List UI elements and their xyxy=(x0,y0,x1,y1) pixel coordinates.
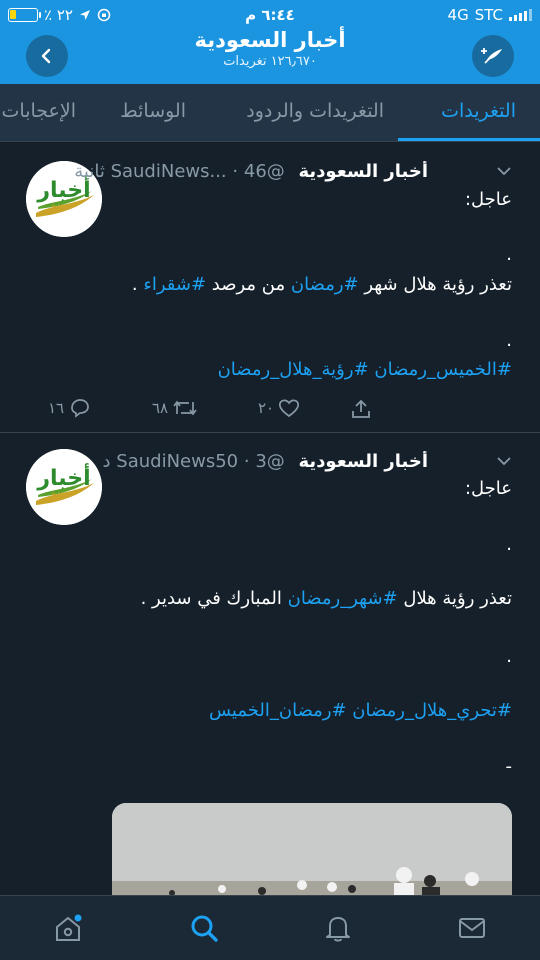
share-icon xyxy=(352,399,370,418)
tweet-header: أخبار السعودية @SaudiNews50 · 3 د xyxy=(20,451,428,475)
tweet-text-part: تعذر رؤية هلال xyxy=(397,588,512,609)
separator: · xyxy=(232,161,239,182)
avatar-subtext: السعودية xyxy=(51,201,77,209)
retweet-button[interactable]: ٦٨ xyxy=(152,398,198,418)
tweet-dot: . xyxy=(506,534,512,555)
like-button[interactable]: ٢٠ xyxy=(258,398,300,418)
author-name[interactable]: أخبار السعودية xyxy=(299,451,428,472)
tweet-feed[interactable]: أخبار السعودية أخبار السعودية @SaudiNews… xyxy=(0,143,540,895)
bottom-nav xyxy=(0,895,540,960)
hashtag-link[interactable]: #الخميس_رمضان #رؤية_هلال_رمضان xyxy=(112,358,512,382)
tweet-text-part: . xyxy=(131,274,144,295)
avatar-subtext: السعودية xyxy=(51,489,77,497)
nav-notifications[interactable] xyxy=(322,912,354,944)
home-icon xyxy=(56,914,82,941)
hashtag-link[interactable]: #تحري_هلال_رمضان #رمضان_الخميس xyxy=(112,699,512,723)
tweet-text-part: المبارك في سدير . xyxy=(140,588,288,609)
profile-header: ٪ ٢٢ ٦:٤٤ م 4G STC أخبار السعودية ١٢٦٫٦٧… xyxy=(0,0,540,84)
tab-media[interactable]: الوسائط xyxy=(120,100,186,122)
chevron-down-icon[interactable] xyxy=(496,455,512,467)
share-button[interactable] xyxy=(350,398,372,420)
page-title: أخبار السعودية xyxy=(194,28,346,52)
reply-button[interactable]: ١٦ xyxy=(48,398,90,418)
nav-search[interactable] xyxy=(188,912,220,944)
status-bar: ٪ ٢٢ ٦:٤٤ م 4G STC xyxy=(0,0,540,30)
status-right: 4G STC xyxy=(448,6,532,24)
nav-home[interactable] xyxy=(52,912,84,944)
tweet-header: أخبار السعودية @SaudiNews... · 46 ثانية xyxy=(20,161,428,185)
media-photo xyxy=(112,803,512,895)
search-icon xyxy=(191,915,218,942)
profile-tabs: التغريدات التغريدات والردود الوسائط الإع… xyxy=(0,84,540,142)
reply-icon xyxy=(71,399,89,418)
reply-count: ١٦ xyxy=(48,399,65,417)
hashtag-link[interactable]: #شهر_رمضان xyxy=(288,588,398,609)
signal-icon xyxy=(509,9,532,21)
tweet-count: ١٢٦٫٦٧٠ تغريدات xyxy=(223,54,317,69)
compose-tweet-icon xyxy=(481,48,502,64)
tab-tweets[interactable]: التغريدات xyxy=(441,100,516,122)
tweet-line: عاجل: xyxy=(464,189,512,210)
nav-messages[interactable] xyxy=(456,912,488,944)
bell-icon xyxy=(326,917,350,942)
chevron-down-icon[interactable] xyxy=(496,165,512,177)
mail-icon xyxy=(459,918,485,938)
retweet-icon xyxy=(173,400,197,416)
tweet-text-part: تعذر رؤية هلال شهر xyxy=(358,274,512,295)
heart-icon xyxy=(279,399,300,418)
tab-likes[interactable]: الإعجابات xyxy=(2,100,76,122)
author-name[interactable]: أخبار السعودية xyxy=(299,161,428,182)
carrier-name: STC xyxy=(474,6,503,24)
tweet-text-part: من مرصد xyxy=(206,274,291,295)
tweet-dot: . xyxy=(506,646,512,667)
separator: · xyxy=(243,451,250,472)
like-count: ٢٠ xyxy=(258,399,275,417)
active-tab-indicator xyxy=(398,138,540,141)
network-type: 4G xyxy=(447,6,469,24)
tweet-body: تعذر رؤية هلال #شهر_رمضان المبارك في سدي… xyxy=(112,587,512,611)
tweet-card[interactable]: أخبار السعودية أخبار السعودية @SaudiNews… xyxy=(0,143,540,433)
tweet-card[interactable]: أخبار السعودية أخبار السعودية @SaudiNews… xyxy=(0,433,540,895)
tweet-body: تعذر رؤية هلال شهر #رمضان من مرصد #شقراء… xyxy=(112,273,512,297)
tweet-dot: . xyxy=(506,244,512,265)
tweet-dash: - xyxy=(505,756,513,777)
hashtag-link[interactable]: #رمضان xyxy=(291,274,359,295)
tab-tweets-replies[interactable]: التغريدات والردود xyxy=(246,100,384,122)
tweet-line: عاجل: xyxy=(464,478,512,499)
compose-tweet-button[interactable] xyxy=(472,35,514,77)
retweet-count: ٦٨ xyxy=(152,399,169,417)
tweet-media-image[interactable] xyxy=(112,803,512,895)
hashtag-link[interactable]: #شقراء xyxy=(143,274,206,295)
tweet-actions: ٢٠ ٦٨ ١٦ xyxy=(30,398,450,424)
tweet-dot: . xyxy=(506,330,512,351)
